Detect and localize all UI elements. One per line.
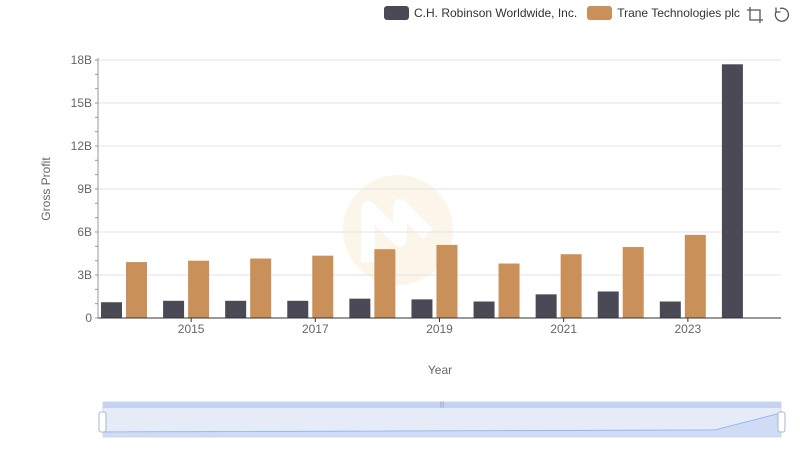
y-tick-label: 3B bbox=[77, 268, 92, 282]
x-tick-label: 2019 bbox=[426, 322, 453, 336]
y-tick-label: 6B bbox=[77, 225, 92, 239]
x-axis-title: Year bbox=[428, 363, 452, 377]
bar-trane-2019[interactable] bbox=[436, 244, 458, 318]
x-tick-label: 2015 bbox=[178, 322, 205, 336]
watermark-logo bbox=[343, 175, 453, 285]
legend-swatch-trane bbox=[587, 6, 613, 20]
crop-icon[interactable] bbox=[746, 6, 764, 24]
bar-trane-2023[interactable] bbox=[684, 234, 706, 318]
legend-item-chr[interactable]: C.H. Robinson Worldwide, Inc. bbox=[384, 6, 577, 20]
legend-label-trane: Trane Technologies plc bbox=[617, 6, 740, 20]
y-tick-label: 12B bbox=[71, 139, 92, 153]
bar-chr-2018[interactable] bbox=[349, 298, 371, 318]
x-tick-label: 2023 bbox=[675, 322, 702, 336]
y-tick-label: 0 bbox=[85, 311, 92, 325]
bar-chr-2020[interactable] bbox=[473, 301, 495, 318]
y-axis-title: Gross Profit bbox=[39, 157, 53, 221]
x-tick-label: 2017 bbox=[302, 322, 329, 336]
legend-item-trane[interactable]: Trane Technologies plc bbox=[587, 6, 740, 20]
bar-chr-2017[interactable] bbox=[287, 300, 309, 318]
slider-grip-icon: ||| bbox=[440, 402, 445, 408]
bar-trane-2014[interactable] bbox=[126, 262, 147, 318]
bar-chr-2015[interactable] bbox=[163, 300, 185, 318]
bar-chr-2016[interactable] bbox=[225, 300, 247, 318]
y-tick-label: 18B bbox=[71, 53, 92, 67]
bar-chr-2023[interactable] bbox=[659, 301, 681, 318]
bar-trane-2021[interactable] bbox=[560, 254, 582, 318]
slider-handle-right[interactable] bbox=[777, 411, 786, 433]
y-tick-label: 15B bbox=[71, 96, 92, 110]
slider-handle-left[interactable] bbox=[98, 411, 107, 433]
bar-trane-2022[interactable] bbox=[622, 247, 644, 318]
legend: C.H. Robinson Worldwide, Inc. Trane Tech… bbox=[384, 4, 750, 22]
bar-trane-2015[interactable] bbox=[188, 260, 210, 318]
bar-chr-2024[interactable] bbox=[721, 64, 743, 318]
bar-trane-2018[interactable] bbox=[374, 249, 396, 318]
bar-trane-2016[interactable] bbox=[250, 258, 272, 318]
bar-chr-2019[interactable] bbox=[411, 299, 433, 318]
bar-chr-2021[interactable] bbox=[535, 294, 557, 318]
restore-icon[interactable] bbox=[773, 6, 791, 24]
zoom-slider[interactable]: ||| bbox=[98, 401, 786, 438]
slider-track bbox=[102, 401, 782, 438]
legend-label-chr: C.H. Robinson Worldwide, Inc. bbox=[414, 6, 578, 20]
slider-preview-area bbox=[103, 413, 781, 437]
x-tick-label: 2021 bbox=[550, 322, 577, 336]
legend-swatch-chr bbox=[384, 6, 409, 20]
y-tick-label: 9B bbox=[77, 182, 92, 196]
slider-preview-line bbox=[102, 412, 782, 433]
bar-chart: 0 3B 6B 9B 12B 15B 18B 2015 2017 2019 2021 2023 Gro… bbox=[39, 53, 786, 438]
bar-trane-2020[interactable] bbox=[498, 263, 520, 318]
bar-chr-2022[interactable] bbox=[597, 291, 619, 318]
bar-trane-2017[interactable] bbox=[312, 255, 334, 318]
bar-chr-2014[interactable] bbox=[101, 302, 122, 318]
slider-top-band bbox=[103, 402, 781, 408]
